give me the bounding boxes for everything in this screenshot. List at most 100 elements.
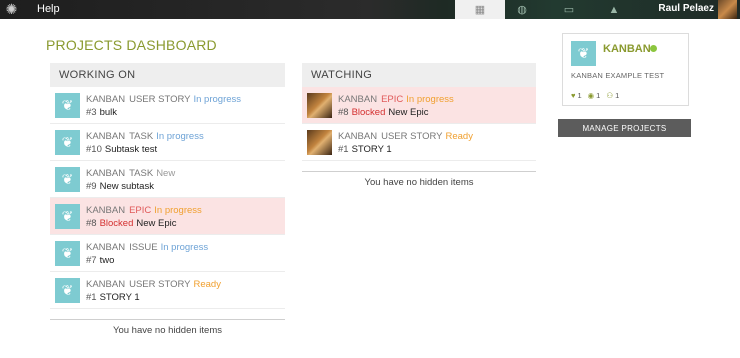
page-title: PROJECTS DASHBOARD: [46, 37, 217, 53]
taiga-logo-icon[interactable]: ✺: [4, 2, 19, 17]
watching-column: WATCHING KANBAN EPIC In progress #8 Blocked N…: [302, 63, 536, 188]
item-project[interactable]: KANBAN: [338, 94, 377, 105]
item-status: In progress: [160, 242, 209, 253]
item-ref: #10: [86, 144, 102, 155]
item-status: New: [156, 168, 176, 179]
watchers-stat: ◉ 1: [587, 91, 601, 100]
user-name[interactable]: Raul Pelaez: [658, 3, 714, 14]
hidden-items-note: You have no hidden items: [113, 325, 222, 336]
hidden-items-note: You have no hidden items: [364, 177, 474, 188]
item-type: EPIC: [129, 205, 152, 216]
item-project[interactable]: KANBAN: [86, 205, 125, 216]
list-item[interactable]: ❦ KANBAN ISSUE In progress #7 two: [50, 235, 285, 272]
item-subject: New subtask: [99, 181, 154, 192]
item-meta: KANBAN USER STORY Ready: [338, 131, 473, 142]
item-type: ISSUE: [129, 242, 158, 253]
item-subject: STORY 1: [351, 144, 392, 155]
top-navigation-bar: ✺ Help ▦ ◍ ▭ ▲ Raul Pelaez: [0, 0, 740, 19]
inbox-icon[interactable]: ▭: [544, 0, 594, 19]
list-item[interactable]: ❦ KANBAN EPIC In progress #8 Blocked New Epic: [50, 198, 285, 235]
item-subject: two: [99, 255, 115, 266]
item-status: Ready: [193, 279, 221, 290]
project-logo-icon: ❦: [571, 41, 596, 66]
item-ref: #9: [86, 181, 97, 192]
project-status-dot: [650, 45, 657, 52]
members-stat: ⚇ 1: [606, 91, 620, 100]
likes-stat: ♥ 1: [571, 91, 582, 100]
item-ref: #1: [338, 144, 349, 155]
divider: [302, 171, 536, 172]
item-subject: New Epic: [136, 218, 177, 229]
list-item[interactable]: ❦ KANBAN TASK In progress #10 Subtask test: [50, 124, 285, 161]
item-ref: #1: [86, 292, 97, 303]
item-subject: STORY 1: [99, 292, 140, 303]
item-project[interactable]: KANBAN: [86, 168, 125, 179]
item-project[interactable]: KANBAN: [86, 131, 125, 142]
manage-projects-button[interactable]: MANAGE PROJECTS: [558, 119, 691, 137]
working-on-header: WORKING ON: [50, 63, 285, 87]
project-logo-icon: ❦: [55, 130, 80, 155]
item-type: USER STORY: [129, 94, 191, 105]
members-icon: ⚇: [606, 91, 614, 100]
item-status: Ready: [445, 131, 473, 142]
item-project[interactable]: KANBAN: [86, 94, 125, 105]
item-title[interactable]: #7 two: [86, 255, 114, 266]
project-name[interactable]: KANBAN: [603, 43, 651, 55]
user-avatar[interactable]: [718, 0, 737, 19]
item-title[interactable]: #1 STORY 1: [338, 144, 392, 155]
owner-avatar: [307, 130, 332, 155]
list-item[interactable]: ❦ KANBAN USER STORY Ready #1 STORY 1: [50, 272, 285, 309]
project-description: KANBAN EXAMPLE TEST: [571, 71, 665, 80]
item-title[interactable]: #10 Subtask test: [86, 144, 157, 155]
item-meta: KANBAN USER STORY Ready: [86, 279, 221, 290]
list-item[interactable]: KANBAN USER STORY Ready #1 STORY 1: [302, 124, 536, 161]
item-status: In progress: [156, 131, 204, 142]
item-title[interactable]: #3 bulk: [86, 107, 117, 118]
blocked-tag: Blocked: [99, 218, 134, 229]
project-logo-icon: ❦: [55, 167, 80, 192]
item-ref: #7: [86, 255, 97, 266]
item-ref: #8: [338, 107, 349, 118]
item-meta: KANBAN TASK In progress: [86, 131, 204, 142]
project-logo-icon: ❦: [55, 93, 80, 118]
item-title[interactable]: #1 STORY 1: [86, 292, 140, 303]
item-type: USER STORY: [129, 279, 191, 290]
project-stats: ♥ 1 ◉ 1 ⚇ 1: [571, 91, 619, 100]
project-logo-icon: ❦: [55, 241, 80, 266]
project-logo-icon: ❦: [55, 278, 80, 303]
item-project[interactable]: KANBAN: [338, 131, 377, 142]
item-title[interactable]: #8 Blocked New Epic: [86, 218, 177, 229]
item-subject: bulk: [99, 107, 118, 118]
item-status: In progress: [154, 205, 202, 216]
heart-icon: ♥: [571, 91, 576, 100]
list-item[interactable]: ❦ KANBAN TASK New #9 New subtask: [50, 161, 285, 198]
owner-avatar: [307, 93, 332, 118]
item-meta: KANBAN ISSUE In progress: [86, 242, 208, 253]
project-card[interactable]: ❦ KANBAN KANBAN EXAMPLE TEST ♥ 1 ◉ 1 ⚇ 1: [562, 33, 689, 106]
item-title[interactable]: #9 New subtask: [86, 181, 154, 192]
help-link[interactable]: Help: [37, 3, 60, 15]
list-item[interactable]: ❦ KANBAN USER STORY In progress #3 bulk: [50, 87, 285, 124]
item-type: USER STORY: [381, 131, 443, 142]
notifications-bell-icon[interactable]: ▲: [589, 0, 639, 19]
item-meta: KANBAN EPIC In progress: [86, 205, 202, 216]
item-project[interactable]: KANBAN: [86, 242, 125, 253]
item-subject: Subtask test: [104, 144, 158, 155]
item-meta: KANBAN USER STORY In progress: [86, 94, 241, 105]
item-ref: #3: [86, 107, 97, 118]
item-subject: New Epic: [388, 107, 429, 118]
watching-header: WATCHING: [302, 63, 536, 87]
list-item[interactable]: KANBAN EPIC In progress #8 Blocked New Epic: [302, 87, 536, 124]
item-type: TASK: [129, 131, 154, 142]
item-status: In progress: [406, 94, 454, 105]
item-status: In progress: [193, 94, 242, 105]
divider: [50, 319, 285, 320]
blocked-tag: Blocked: [351, 107, 386, 118]
item-ref: #8: [86, 218, 97, 229]
item-meta: KANBAN EPIC In progress: [338, 94, 454, 105]
item-project[interactable]: KANBAN: [86, 279, 125, 290]
working-on-column: WORKING ON ❦ KANBAN USER STORY In progress #…: [50, 63, 285, 336]
item-title[interactable]: #8 Blocked New Epic: [338, 107, 429, 118]
discover-globe-icon[interactable]: ◍: [497, 0, 547, 19]
item-type: EPIC: [381, 94, 404, 105]
